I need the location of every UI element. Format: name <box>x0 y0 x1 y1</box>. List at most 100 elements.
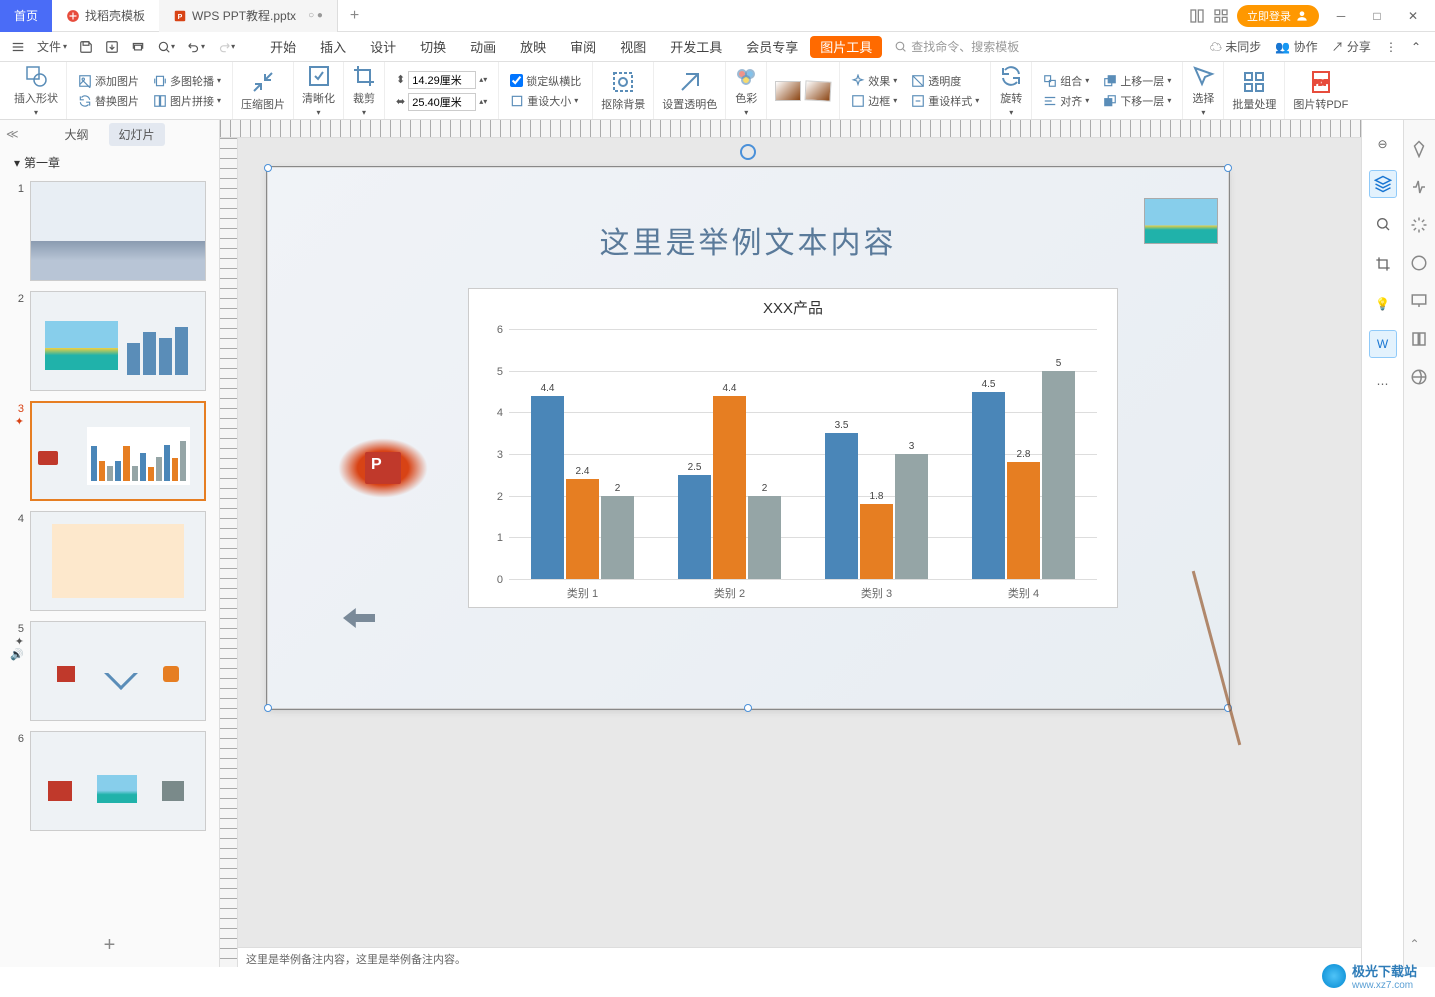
far-btn-5[interactable] <box>1410 292 1430 312</box>
menu-tab-devtools[interactable]: 开发工具 <box>658 32 734 62</box>
add-slide-button[interactable]: + <box>0 924 219 967</box>
print-button[interactable] <box>126 38 150 56</box>
menu-tab-transition[interactable]: 切换 <box>408 32 458 62</box>
menu-tab-design[interactable]: 设计 <box>358 32 408 62</box>
slide-item-5[interactable]: 5✦🔊 <box>10 621 209 721</box>
menu-tab-review[interactable]: 审阅 <box>558 32 608 62</box>
far-btn-7[interactable] <box>1410 368 1430 388</box>
tab-template[interactable]: 找稻壳模板 <box>52 0 159 32</box>
command-search[interactable]: 查找命令、搜索模板 <box>894 38 1019 55</box>
batch-button[interactable]: 批量处理 <box>1232 70 1276 112</box>
chart[interactable]: XXX产品 01234564.42.42类别 12.54.42类别 23.51.… <box>468 288 1118 608</box>
reset-style-button[interactable]: 重设样式▾ <box>908 92 982 110</box>
slide-page[interactable]: 这里是举例文本内容 XXX产品 01234564.42.42类别 12.54.4… <box>268 168 1228 708</box>
menu-tab-picture-tools[interactable]: 图片工具 <box>810 36 882 58</box>
minimize-button[interactable]: ─ <box>1327 2 1355 30</box>
effects-button[interactable]: 效果▾ <box>848 72 900 90</box>
menu-tab-view[interactable]: 视图 <box>608 32 658 62</box>
save-button[interactable] <box>74 38 98 56</box>
align-button[interactable]: 对齐▾ <box>1040 92 1092 110</box>
word-tool[interactable]: W <box>1369 330 1397 358</box>
crop-button[interactable]: 裁剪▾ <box>352 64 376 117</box>
coop-button[interactable]: 👥 协作 <box>1275 38 1317 55</box>
sync-status[interactable]: ☁ 未同步 <box>1210 38 1261 55</box>
idea-tool[interactable]: 💡 <box>1369 290 1397 318</box>
remove-bg-button[interactable]: 抠除背景 <box>601 70 645 112</box>
slide-item-4[interactable]: 4 <box>10 511 209 611</box>
slide-item-2[interactable]: 2 <box>10 291 209 391</box>
sel-handle-ne[interactable] <box>1224 164 1232 172</box>
slide-title[interactable]: 这里是举例文本内容 <box>268 218 1228 262</box>
select-button[interactable]: 选择▾ <box>1191 64 1215 117</box>
clarity-button[interactable]: 清晰化▾ <box>302 64 335 117</box>
preview-button[interactable]: ▾ <box>152 38 180 56</box>
menu-tab-animation[interactable]: 动画 <box>458 32 508 62</box>
height-input[interactable] <box>408 93 476 111</box>
preset-1[interactable] <box>775 81 801 101</box>
sel-handle-se[interactable] <box>1224 704 1232 712</box>
far-btn-3[interactable] <box>1410 216 1430 236</box>
rotate-handle[interactable] <box>740 144 756 160</box>
crop-tool[interactable] <box>1369 250 1397 278</box>
far-btn-1[interactable] <box>1410 140 1430 160</box>
set-transparent-button[interactable]: 设置透明色 <box>662 70 717 112</box>
tab-file[interactable]: P WPS PPT教程.pptx ○ ● <box>159 0 338 32</box>
section-header[interactable]: ▾第一章 <box>0 148 219 177</box>
notes-bar[interactable]: 这里是举例备注内容，这里是举例备注内容。 <box>238 947 1361 969</box>
insert-shape-button[interactable]: 插入形状▾ <box>14 64 58 117</box>
to-pdf-button[interactable]: PDF图片转PDF <box>1293 70 1348 112</box>
sel-handle-nw[interactable] <box>264 164 272 172</box>
replace-image-button[interactable]: 替换图片 <box>75 92 142 110</box>
menu-tab-slideshow[interactable]: 放映 <box>508 32 558 62</box>
tab-add-button[interactable]: + <box>338 7 371 25</box>
close-button[interactable]: ✕ <box>1399 2 1427 30</box>
sel-handle-sw[interactable] <box>264 704 272 712</box>
add-image-button[interactable]: 添加图片 <box>75 72 142 90</box>
file-menu[interactable]: 文件▾ <box>32 36 72 57</box>
menu-tab-start[interactable]: 开始 <box>258 32 308 62</box>
side-tab-outline[interactable]: 大纲 <box>54 123 98 146</box>
far-collapse[interactable]: ⌃ <box>1410 937 1430 957</box>
zoom-out-tool[interactable]: ⊖ <box>1369 130 1397 158</box>
reset-size-button[interactable]: 重设大小▾ <box>507 92 584 110</box>
lock-ratio-checkbox[interactable]: 锁定纵横比 <box>507 72 584 90</box>
compress-button[interactable]: 压缩图片 <box>241 70 285 112</box>
back-arrow-shape[interactable] <box>343 608 375 628</box>
rotate-button[interactable]: 旋转▾ <box>999 64 1023 117</box>
send-backward-button[interactable]: 下移一层▾ <box>1100 92 1174 110</box>
preset-2[interactable] <box>805 80 832 101</box>
share-button[interactable]: ↗ 分享 <box>1332 38 1371 55</box>
tab-indicator-icon[interactable]: ○ ● <box>308 10 323 21</box>
menu-tab-member[interactable]: 会员专享 <box>734 32 810 62</box>
color-button[interactable]: 色彩▾ <box>734 64 758 117</box>
slide-item-6[interactable]: 6 <box>10 731 209 831</box>
grid-switch-icon[interactable] <box>1189 8 1205 24</box>
apps-icon[interactable] <box>1213 8 1229 24</box>
multi-image-button[interactable]: 多图轮播▾ <box>150 72 224 90</box>
menu-more[interactable]: ⋮ <box>1385 40 1397 54</box>
maximize-button[interactable]: □ <box>1363 2 1391 30</box>
login-button[interactable]: 立即登录 <box>1237 5 1319 27</box>
menu-tab-insert[interactable]: 插入 <box>308 32 358 62</box>
image-join-button[interactable]: 图片拼接▾ <box>150 92 224 110</box>
width-input[interactable] <box>408 71 476 89</box>
collapse-ribbon[interactable]: ⌃ <box>1411 40 1421 54</box>
far-btn-6[interactable] <box>1410 330 1430 350</box>
layers-tool[interactable] <box>1369 170 1397 198</box>
tab-home[interactable]: 首页 <box>0 0 52 32</box>
border-button[interactable]: 边框▾ <box>848 92 900 110</box>
far-btn-2[interactable] <box>1410 178 1430 198</box>
slide-item-1[interactable]: 1 <box>10 181 209 281</box>
slide-corner-image[interactable] <box>1144 198 1218 244</box>
bring-forward-button[interactable]: 上移一层▾ <box>1100 72 1174 90</box>
slide-canvas[interactable]: 这里是举例文本内容 XXX产品 01234564.42.42类别 12.54.4… <box>238 138 1361 967</box>
transparency-button[interactable]: 透明度 <box>908 72 964 90</box>
zoom-tool[interactable] <box>1369 210 1397 238</box>
undo-button[interactable]: ▾ <box>182 38 210 56</box>
slide-item-3[interactable]: 3✦ <box>10 401 209 501</box>
lock-ratio-input[interactable] <box>510 74 523 87</box>
ppt-icon-shape[interactable] <box>338 438 428 498</box>
menu-hamburger[interactable] <box>6 38 30 56</box>
more-tool[interactable]: ⋯ <box>1369 370 1397 398</box>
far-btn-4[interactable] <box>1410 254 1430 274</box>
